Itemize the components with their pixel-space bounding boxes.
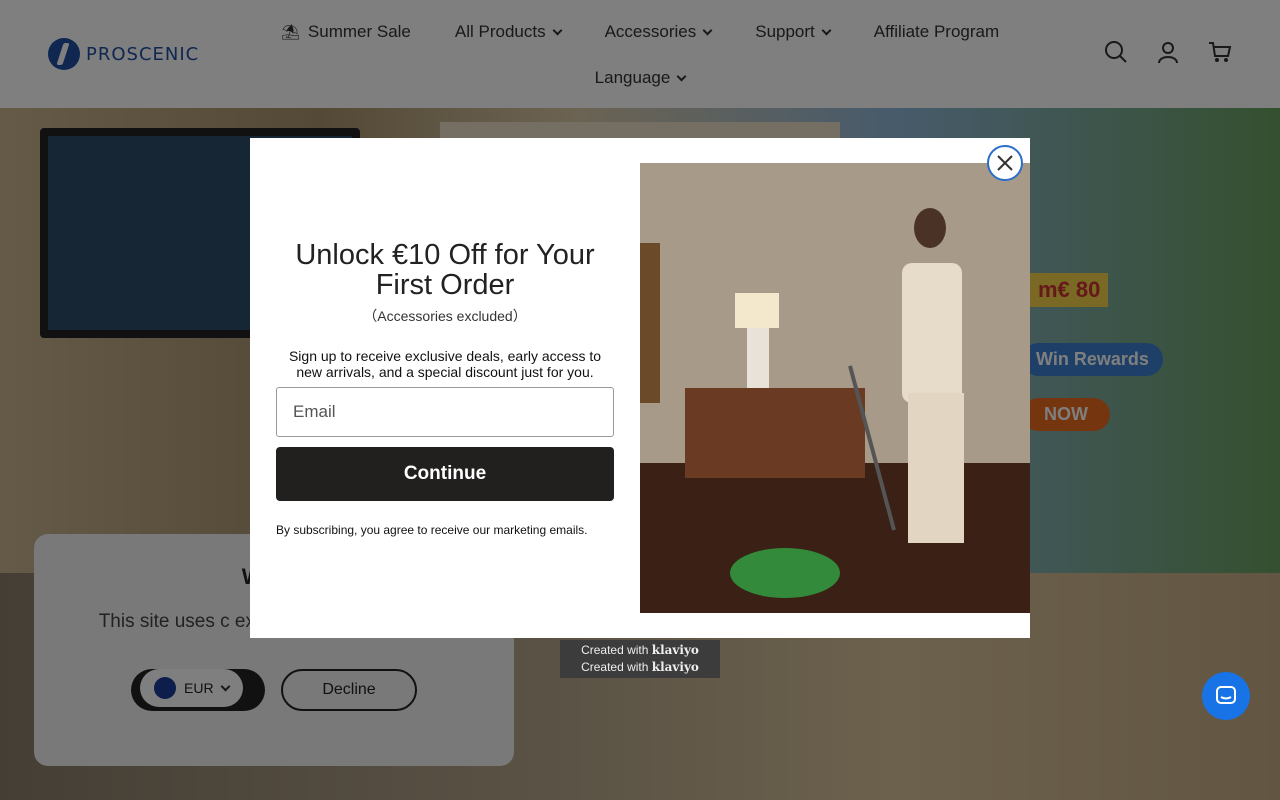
popup-title: Unlock €10 Off for Your First Order [295, 239, 595, 301]
popup-description: Sign up to receive exclusive deals, earl… [288, 348, 602, 380]
signup-popup: Unlock €10 Off for Your First Order （Acc… [250, 138, 1030, 638]
product-photo [640, 163, 1030, 613]
email-field[interactable] [276, 387, 614, 437]
popup-form: Unlock €10 Off for Your First Order （Acc… [250, 138, 640, 638]
chat-launcher-button[interactable] [1202, 672, 1250, 720]
chat-icon [1216, 686, 1236, 704]
klaviyo-created-with-2: Created with [581, 660, 649, 674]
continue-button[interactable]: Continue [276, 447, 614, 501]
close-icon [997, 155, 1013, 171]
klaviyo-badge[interactable]: Created with klaviyo Created with klaviy… [560, 640, 720, 678]
klaviyo-created-with: Created with [581, 643, 649, 657]
klaviyo-brand: klaviyo [651, 643, 699, 657]
popup-note: （Accessories excluded） [363, 308, 527, 324]
product-photo-icon [640, 163, 1030, 613]
close-popup-button[interactable] [987, 145, 1023, 181]
popup-legal-text: By subscribing, you agree to receive our… [276, 523, 588, 537]
klaviyo-brand-2: klaviyo [651, 660, 699, 674]
